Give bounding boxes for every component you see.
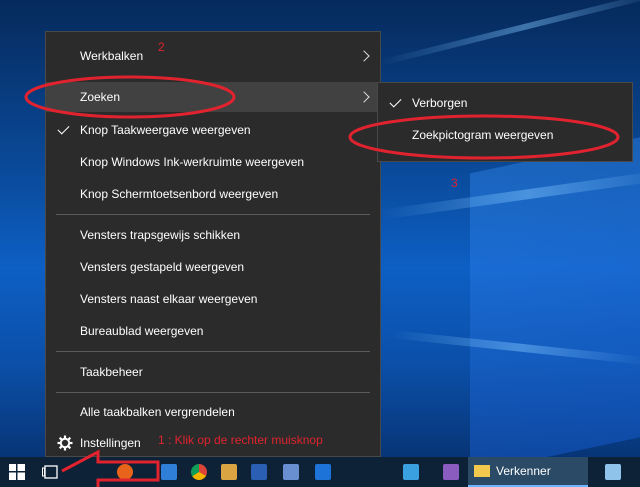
menu-item-label: Vensters naast elkaar weergeven — [80, 292, 258, 306]
submenu-item-label: Verborgen — [412, 96, 468, 110]
checkmark-icon — [389, 95, 402, 108]
zoeken-submenu: Verborgen Zoekpictogram weergeven — [377, 82, 633, 162]
photos-button[interactable] — [278, 457, 304, 487]
menu-item-werkbalken[interactable]: Werkbalken — [46, 41, 380, 71]
menu-item-knop-schermtoetsenbord[interactable]: Knop Schermtoetsenbord weergeven — [46, 179, 380, 209]
menu-item-gestapeld[interactable]: Vensters gestapeld weergeven — [46, 252, 380, 282]
word-button[interactable] — [246, 457, 272, 487]
d-app-button[interactable] — [398, 457, 424, 487]
bluetooth-icon — [315, 464, 331, 480]
menu-item-trapsgewijs[interactable]: Vensters trapsgewijs schikken — [46, 220, 380, 250]
submenu-item-zoekpictogram[interactable]: Zoekpictogram weergeven — [378, 120, 632, 150]
taskbar-app-verkenner[interactable]: Verkenner — [468, 457, 588, 487]
menu-item-label: Knop Windows Ink-werkruimte weergeven — [80, 155, 305, 169]
menu-item-label: Werkbalken — [80, 49, 144, 63]
firefox-button[interactable] — [112, 457, 138, 487]
menu-item-bureaublad[interactable]: Bureaublad weergeven — [46, 316, 380, 346]
edge-icon — [161, 464, 177, 480]
menu-item-label: Instellingen — [80, 436, 141, 450]
notepad-icon — [605, 464, 621, 480]
menu-item-vergrendelen[interactable]: Alle taakbalken vergrendelen — [46, 397, 380, 427]
menu-item-naast-elkaar[interactable]: Vensters naast elkaar weergeven — [46, 284, 380, 314]
bluetooth-button[interactable] — [310, 457, 336, 487]
menu-item-label: Zoeken — [80, 90, 121, 104]
menu-item-label: Vensters gestapeld weergeven — [80, 260, 245, 274]
menu-item-label: Alle taakbalken vergrendelen — [80, 405, 235, 419]
menu-item-knop-windows-ink[interactable]: Knop Windows Ink-werkruimte weergeven — [46, 147, 380, 177]
paint-button[interactable] — [216, 457, 242, 487]
snipping-button[interactable] — [438, 457, 464, 487]
gear-icon — [57, 435, 73, 451]
menu-separator — [56, 214, 370, 215]
menu-item-knop-taakweergave[interactable]: Knop Taakweergave weergeven — [46, 115, 380, 145]
chevron-right-icon — [358, 50, 370, 62]
menu-item-label: Knop Taakweergave weergeven — [80, 123, 251, 137]
edge-button[interactable] — [156, 457, 182, 487]
menu-item-label: Vensters trapsgewijs schikken — [80, 228, 241, 242]
word-icon — [251, 464, 267, 480]
chrome-icon — [191, 464, 207, 480]
d-app-icon — [403, 464, 419, 480]
menu-separator — [56, 392, 370, 393]
menu-separator — [56, 351, 370, 352]
windows-start-icon — [9, 464, 25, 480]
submenu-item-verborgen[interactable]: Verborgen — [378, 88, 632, 118]
taskbar-app-label: Verkenner — [496, 464, 551, 478]
photos-icon — [283, 464, 299, 480]
task-view-button[interactable] — [36, 457, 66, 487]
start-button[interactable] — [0, 457, 34, 487]
taskbar-context-menu: Werkbalken Zoeken Knop Taakweergave weer… — [45, 31, 381, 457]
menu-item-zoeken[interactable]: Zoeken — [46, 82, 380, 112]
submenu-item-label: Zoekpictogram weergeven — [412, 128, 554, 142]
menu-item-label: Knop Schermtoetsenbord weergeven — [80, 187, 279, 201]
chrome-button[interactable] — [186, 457, 212, 487]
firefox-icon — [117, 464, 133, 480]
annotation-step-1: 1 : Klik op de rechter muisknop — [158, 433, 323, 447]
snipping-icon — [443, 464, 459, 480]
task-view-icon — [42, 465, 58, 479]
notepad-button[interactable] — [600, 457, 626, 487]
taskbar: Verkenner — [0, 457, 640, 487]
checkmark-icon — [57, 122, 70, 135]
menu-item-taakbeheer[interactable]: Taakbeheer — [46, 357, 380, 387]
wallpaper-beam — [379, 0, 640, 66]
annotation-step-3: 3 — [451, 176, 458, 190]
chevron-right-icon — [358, 91, 370, 103]
annotation-step-2: 2 — [158, 40, 165, 54]
file-explorer-icon — [474, 465, 490, 477]
menu-item-label: Taakbeheer — [80, 365, 143, 379]
paint-icon — [221, 464, 237, 480]
menu-item-label: Bureaublad weergeven — [80, 324, 204, 338]
